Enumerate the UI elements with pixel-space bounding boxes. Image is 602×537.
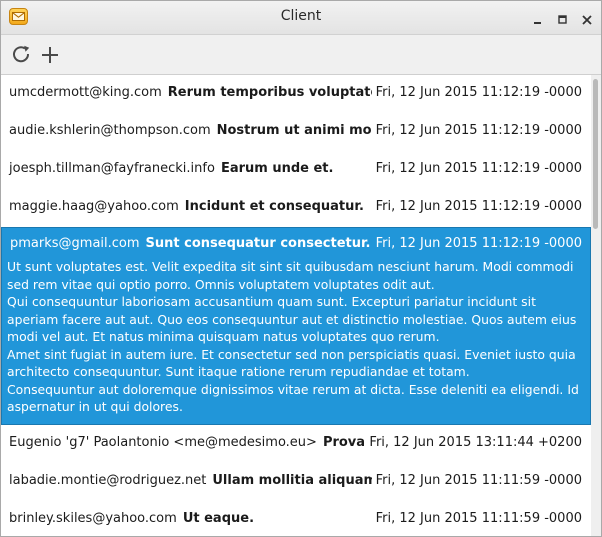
message-subject: Ullam mollitia aliquam a. xyxy=(212,473,396,488)
message-date: Fri, 12 Jun 2015 13:11:44 +0200 xyxy=(365,435,582,450)
close-button[interactable] xyxy=(581,11,593,25)
selected-message-subject: Sunt consequatur consectetur. xyxy=(145,236,371,251)
message-body-paragraph: Consequuntur aut doloremque dignissimos … xyxy=(7,381,579,415)
message-sender: joesph.tillman@fayfranecki.info Earum und… xyxy=(9,161,334,176)
message-sender: labadie.montie@rodriguez.net Ullam mollit… xyxy=(9,473,396,488)
message-list: umcdermott@king.com Rerum temporibus volu… xyxy=(1,75,591,536)
title-bar[interactable]: Client xyxy=(1,1,601,35)
window-title: Client xyxy=(280,8,322,24)
message-date: Fri, 12 Jun 2015 11:12:19 -0000 xyxy=(371,123,582,138)
selected-message-sender: pmarks@gmail.com Sunt consequatur consect… xyxy=(10,236,371,251)
message-subject: Incidunt et consequatur. xyxy=(184,199,364,214)
message-sender: Eugenio 'g7' Paolantonio <me@medesimo.eu… xyxy=(9,435,371,450)
message-date: Fri, 12 Jun 2015 11:11:59 -0000 xyxy=(371,473,582,488)
message-row[interactable]: Eugenio 'g7' Paolantonio <me@medesimo.eu… xyxy=(1,425,591,463)
message-body-paragraph: Ut sunt voluptates est. Velit expedita s… xyxy=(7,259,574,292)
message-date: Fri, 12 Jun 2015 11:11:59 -0000 xyxy=(371,511,582,526)
scrollbar[interactable] xyxy=(591,75,601,536)
message-body-paragraph: Qui consequuntur laboriosam accusantium … xyxy=(7,294,577,344)
selected-message-date: Fri, 12 Jun 2015 11:12:19 -0000 xyxy=(375,236,582,251)
refresh-icon xyxy=(13,45,30,63)
message-row[interactable]: audie.kshlerin@thompson.com Nostrum ut an… xyxy=(1,113,591,151)
message-body: Ut sunt voluptates est. Velit expedita s… xyxy=(7,258,583,416)
message-subject: Earum unde et. xyxy=(220,161,334,176)
message-sender: brinley.skiles@yahoo.com Ut eaque. xyxy=(9,511,255,526)
message-row[interactable]: umcdermott@king.com Rerum temporibus volu… xyxy=(1,75,591,113)
message-subject: Ut eaque. xyxy=(182,511,255,526)
maximize-button[interactable] xyxy=(557,11,569,24)
message-body-paragraph: Amet sint fugiat in autem iure. Et conse… xyxy=(7,346,576,380)
client-window: Client umcdermott@king.com Rerum tempori… xyxy=(0,0,602,537)
message-subject: Prova! xyxy=(322,435,371,450)
message-row[interactable]: joesph.tillman@fayfranecki.info Earum und… xyxy=(1,151,591,189)
message-row[interactable]: brinley.skiles@yahoo.com Ut eaque. Fri, 1… xyxy=(1,501,591,536)
message-date: Fri, 12 Jun 2015 11:12:19 -0000 xyxy=(371,161,582,176)
message-subject: Rerum temporibus voluptatem incidunt xyxy=(167,85,405,100)
message-sender: audie.kshlerin@thompson.com Nostrum ut an… xyxy=(9,123,391,138)
selected-message-row[interactable]: pmarks@gmail.com Sunt consequatur consect… xyxy=(1,227,591,425)
add-button[interactable] xyxy=(38,43,62,67)
message-row[interactable]: maggie.haag@yahoo.com Incidunt et consequ… xyxy=(1,189,591,227)
message-date: Fri, 12 Jun 2015 11:12:19 -0000 xyxy=(371,85,582,100)
message-row[interactable]: labadie.montie@rodriguez.net Ullam mollit… xyxy=(1,463,591,501)
refresh-button[interactable] xyxy=(10,43,34,67)
message-sender: umcdermott@king.com Rerum temporibus volu… xyxy=(9,85,405,100)
message-date: Fri, 12 Jun 2015 11:12:19 -0000 xyxy=(371,199,582,214)
message-sender: maggie.haag@yahoo.com Incidunt et consequ… xyxy=(9,199,364,214)
message-subject: Nostrum ut animi modi. xyxy=(216,123,391,138)
minimize-button[interactable] xyxy=(532,11,544,24)
scrollbar-thumb[interactable] xyxy=(593,79,598,229)
toolbar xyxy=(1,35,601,75)
plus-icon xyxy=(42,47,58,63)
